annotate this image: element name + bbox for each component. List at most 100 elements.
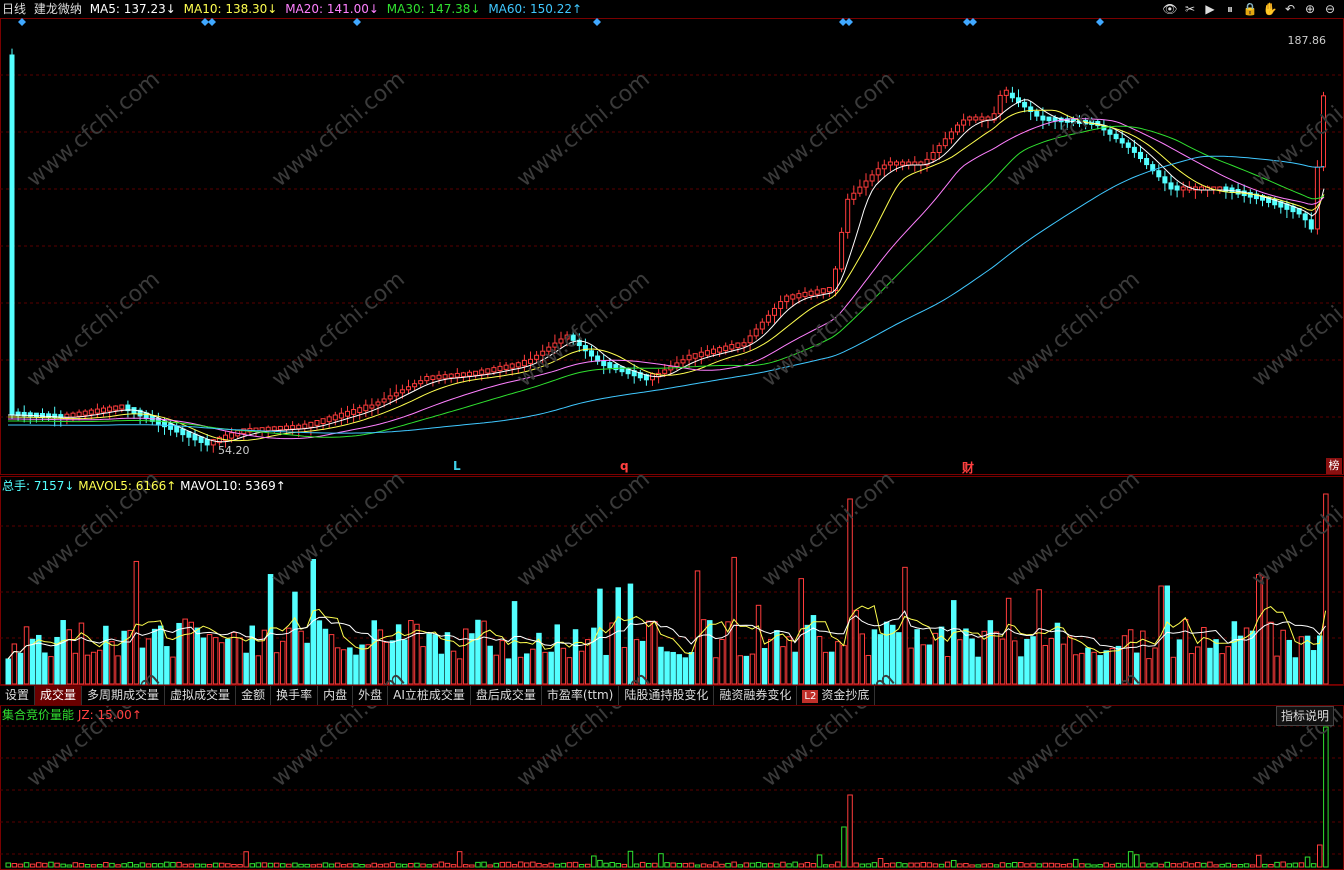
candle-body — [765, 314, 771, 323]
volume-bar — [615, 587, 621, 685]
auction-bar — [23, 862, 30, 868]
event-marker-finance[interactable]: 财 — [962, 459, 974, 476]
watermark-text: www.cfchi.com — [757, 267, 899, 392]
chart-canvas[interactable]: www.cfchi.com www.cfchi.com www.cfchi.com w… — [0, 0, 1344, 870]
tab-4[interactable]: 金额 — [236, 686, 272, 705]
volume-bar — [896, 632, 902, 685]
volume-bar — [42, 652, 48, 685]
auction-bar — [90, 864, 97, 868]
volume-bar — [517, 656, 524, 685]
auction-bar — [627, 850, 634, 868]
auction-bar — [29, 863, 36, 868]
lock-icon[interactable]: 🔒 — [1242, 1, 1258, 17]
candle-body — [1040, 115, 1046, 121]
auction-bar — [1091, 864, 1097, 868]
auction-bar — [334, 862, 341, 868]
volume-bar — [1274, 655, 1280, 685]
volume-bar — [170, 656, 176, 685]
volume-bar — [499, 640, 506, 685]
candle-body — [863, 180, 869, 188]
tab-5[interactable]: 换手率 — [271, 686, 319, 705]
tab-7[interactable]: 外盘 — [353, 686, 389, 705]
auction-bar — [158, 863, 164, 868]
auction-bar — [255, 862, 262, 868]
tab-3[interactable]: 虚拟成交量 — [165, 686, 237, 705]
auction-bar — [517, 861, 524, 868]
l2-badge: L2 — [802, 690, 819, 703]
auction-bar — [1109, 863, 1116, 868]
tab-11[interactable]: 陆股通持股变化 — [619, 686, 715, 705]
candle-body — [1107, 129, 1113, 135]
candle-body — [942, 138, 948, 147]
auction-bar — [914, 862, 920, 868]
auction-bar — [780, 861, 786, 868]
candle-body — [375, 401, 381, 406]
tab-8[interactable]: AI立桩成交量 — [388, 686, 471, 705]
tab-13[interactable]: L2 资金抄底 — [797, 686, 876, 705]
eye-icon[interactable]: 👁 — [1162, 1, 1178, 17]
tab-12[interactable]: 融资融券变化 — [714, 686, 798, 705]
event-marker-l[interactable]: L — [453, 459, 461, 473]
tab-6[interactable]: 内盘 — [318, 686, 354, 705]
volume-bar — [48, 656, 54, 685]
auction-bar — [139, 862, 146, 868]
candle-body — [101, 407, 106, 413]
tab-label: 虚拟成交量 — [170, 688, 231, 702]
volume-bar — [121, 630, 127, 685]
hand-icon[interactable]: ✋ — [1262, 1, 1278, 17]
candle-body — [607, 362, 613, 369]
candle-body — [1308, 219, 1314, 230]
period-label[interactable]: 日线 — [2, 2, 26, 16]
auction-bar — [261, 862, 268, 868]
tab-2[interactable]: 多周期成交量 — [82, 686, 166, 705]
candle-body — [338, 412, 344, 419]
auction-bar — [1097, 864, 1103, 868]
mavol5-value: MAVOL5: 6166↑ — [78, 479, 177, 493]
volume-bar — [11, 643, 18, 685]
volume-bar — [963, 628, 969, 685]
indicator-help-button[interactable]: 指标说明 — [1275, 706, 1334, 726]
volume-bar — [194, 627, 201, 685]
tab-label: 陆股通持股变化 — [624, 688, 709, 702]
volume-bar — [432, 634, 438, 685]
tab-0[interactable]: 设置 — [0, 686, 36, 705]
ma10-value: MA10: 138.30↓ — [183, 2, 278, 16]
candle-body — [351, 409, 357, 415]
pause-icon[interactable]: ⏸ — [1222, 1, 1238, 17]
volume-bar — [17, 652, 24, 685]
auction-bar — [768, 862, 774, 868]
volume-bar — [1280, 629, 1286, 685]
candle-body — [790, 294, 796, 300]
auction-bar — [536, 862, 542, 868]
event-marker-q[interactable]: q — [620, 459, 629, 473]
candle-body — [424, 376, 430, 382]
auction-bar — [664, 862, 670, 868]
volume-bar — [713, 657, 719, 685]
candle-body — [308, 421, 314, 428]
auction-bar — [566, 862, 573, 868]
undo-icon[interactable]: ↶ — [1282, 1, 1298, 17]
candle-body — [296, 424, 302, 430]
auction-bar — [847, 794, 853, 868]
candle-body — [589, 350, 594, 357]
candle-body — [784, 295, 790, 303]
tab-9[interactable]: 盘后成交量 — [471, 686, 542, 705]
tab-10[interactable]: 市盈率(ttm) — [542, 686, 620, 705]
candle-body — [436, 374, 442, 380]
auction-bar — [1121, 863, 1128, 868]
scissors-icon[interactable]: ✂ — [1182, 1, 1198, 17]
candle-body — [753, 328, 759, 337]
play-icon[interactable]: ▶ — [1202, 1, 1218, 17]
auction-bar — [231, 863, 237, 868]
zoom-in-icon[interactable]: ⊕ — [1302, 1, 1318, 17]
auction-bar — [511, 864, 518, 868]
tab-1[interactable]: 成交量 — [35, 686, 83, 705]
volume-bar — [914, 629, 920, 685]
ranking-button[interactable]: 榜 — [1326, 458, 1342, 474]
volume-bar — [688, 652, 695, 685]
zoom-out-icon[interactable]: ⊖ — [1322, 1, 1338, 17]
auction-bar — [932, 863, 939, 868]
auction-bar — [170, 862, 176, 868]
auction-bar — [688, 862, 695, 868]
auction-bar — [731, 861, 737, 868]
